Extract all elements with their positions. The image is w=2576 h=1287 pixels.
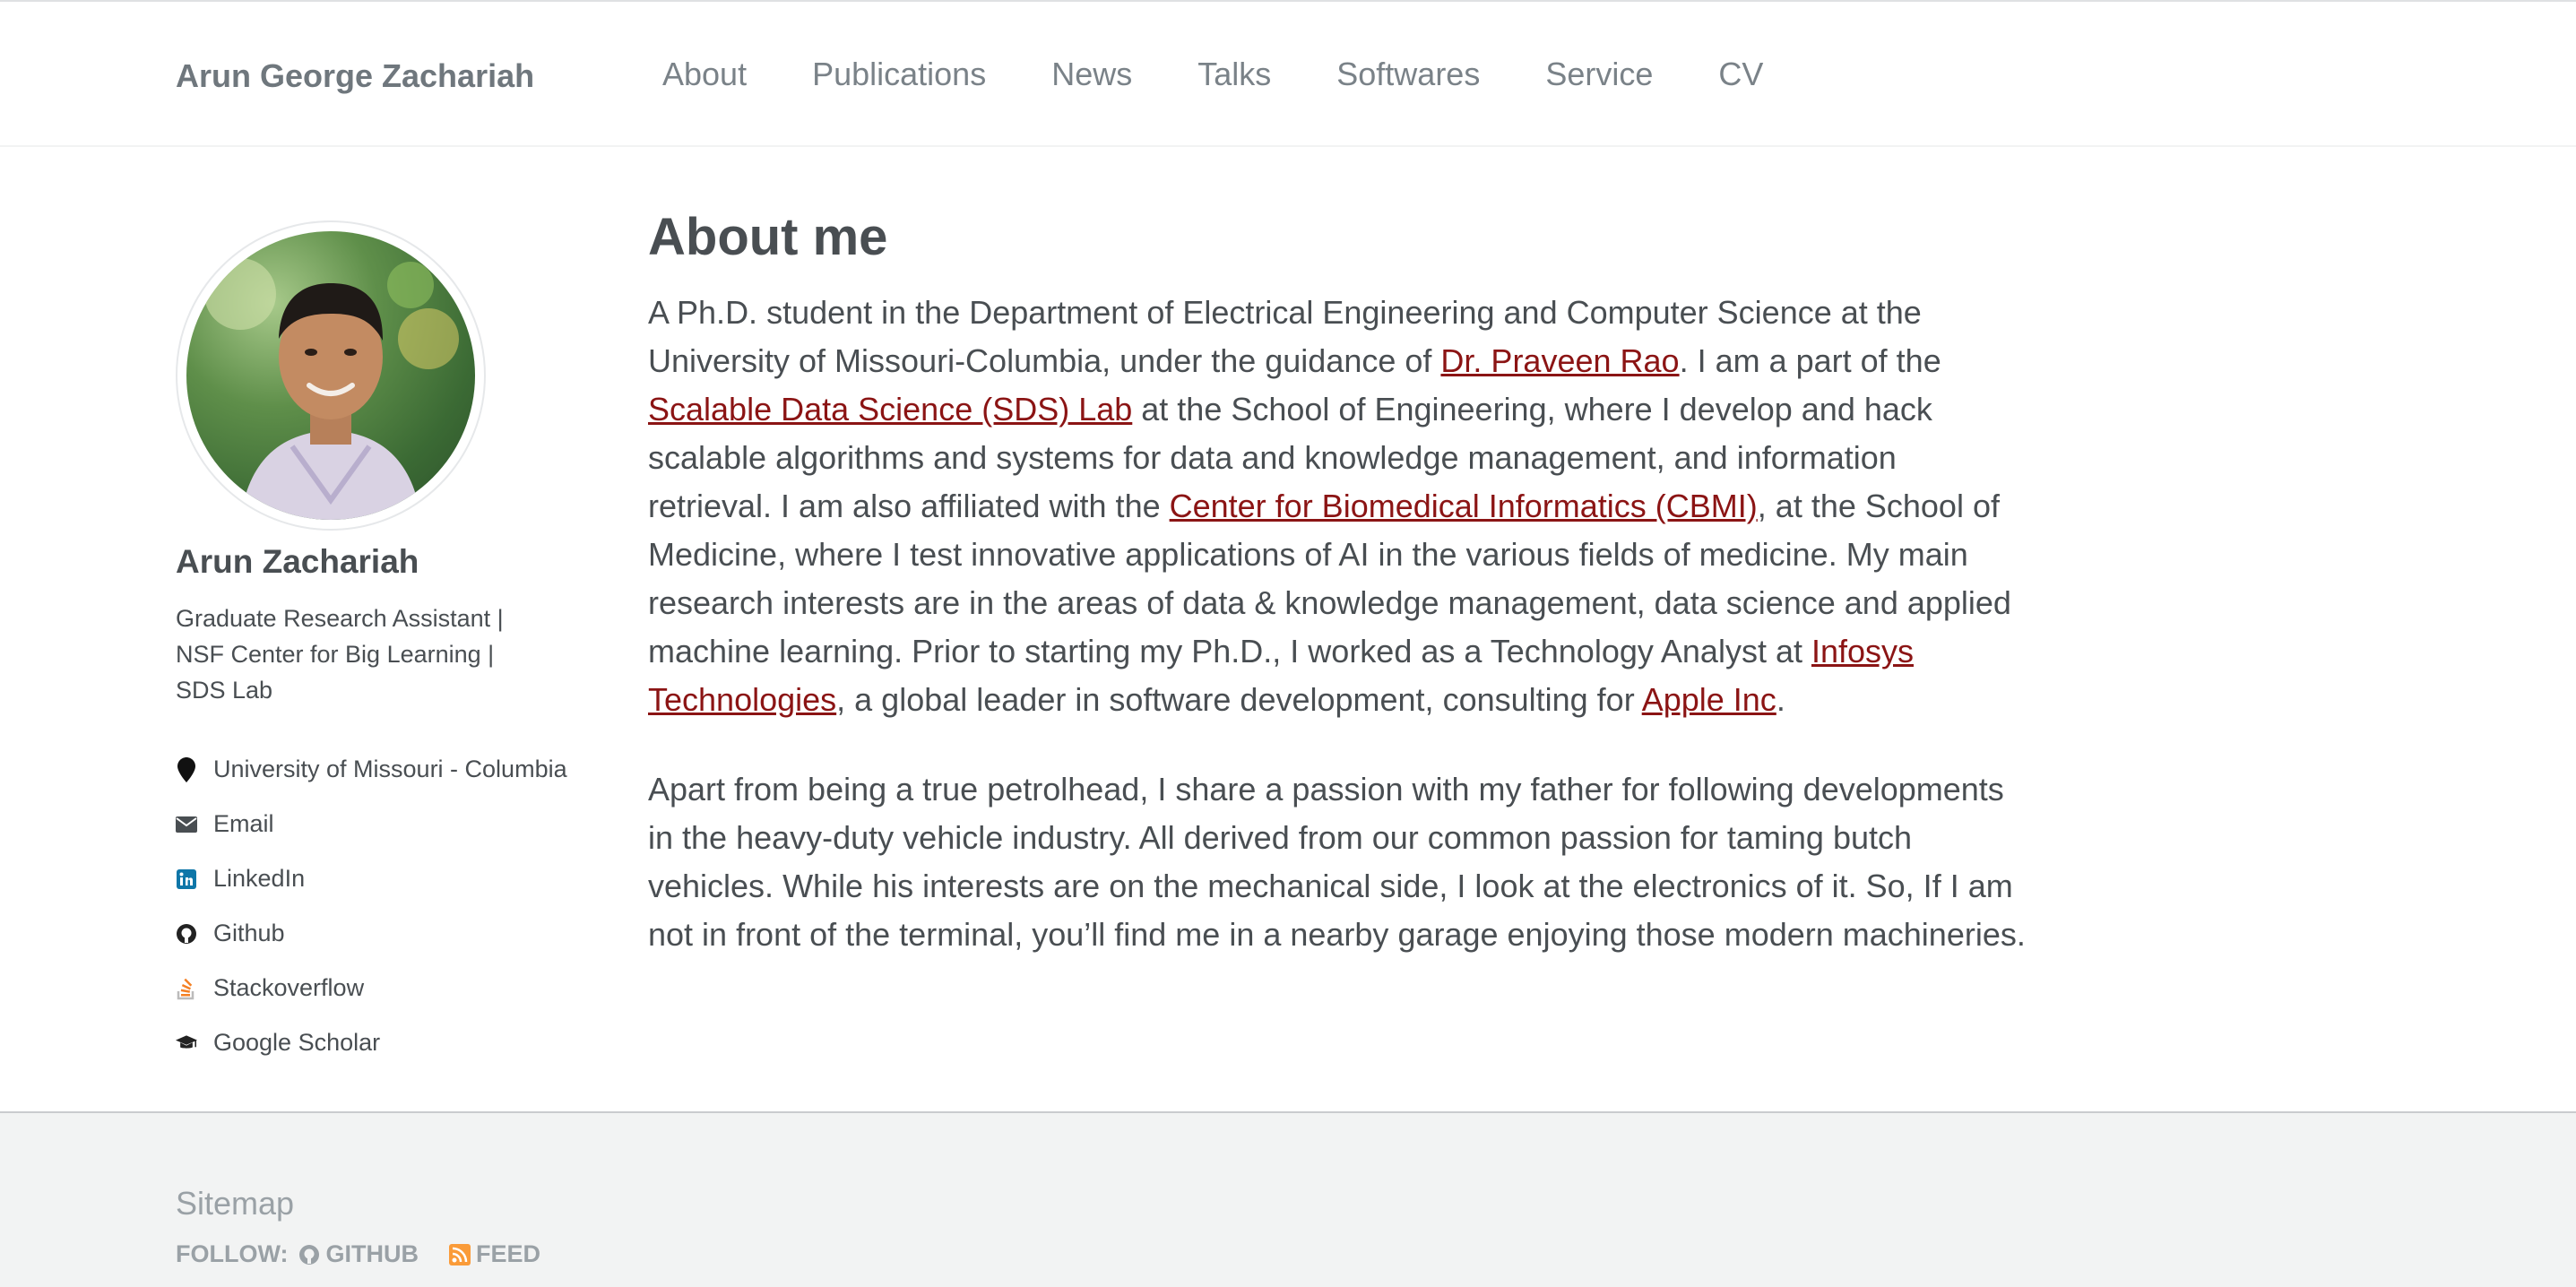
stackoverflow-label: Stackoverflow	[213, 974, 365, 1001]
nav-about[interactable]: About	[662, 56, 747, 93]
about-paragraph-2: Apart from being a true petrolhead, I sh…	[648, 771, 2026, 953]
about-paragraph-1: A Ph.D. student in the Department of Ele…	[648, 289, 2028, 724]
google-scholar-label: Google Scholar	[213, 1029, 381, 1056]
linkedin-label: LinkedIn	[213, 865, 306, 892]
footer-github-label: GITHUB	[325, 1240, 419, 1267]
graduation-cap-icon	[176, 1031, 197, 1056]
nav-news[interactable]: News	[1051, 56, 1132, 93]
masthead: Arun George Zachariah About Publications…	[0, 2, 2576, 147]
location-link[interactable]: University of Missouri - Columbia	[176, 742, 597, 797]
github-icon	[176, 921, 197, 946]
email-link[interactable]: Email	[176, 797, 597, 851]
bio-line: SDS Lab	[176, 677, 273, 704]
nav-talks[interactable]: Talks	[1197, 56, 1271, 93]
apple-link[interactable]: Apple Inc	[1642, 681, 1776, 718]
nav-cv[interactable]: CV	[1718, 56, 1763, 93]
sds-lab-link[interactable]: Scalable Data Science (SDS) Lab	[648, 391, 1132, 428]
rss-icon	[448, 1243, 471, 1265]
footer-github-link[interactable]: GITHUB	[298, 1240, 419, 1268]
author-bio: Graduate Research Assistant | NSF Center…	[176, 600, 552, 708]
linkedin-icon	[176, 867, 197, 892]
stackoverflow-link[interactable]: Stackoverflow	[176, 961, 597, 1015]
nav-publications[interactable]: Publications	[812, 56, 986, 93]
footer-feed-link[interactable]: FEED	[448, 1240, 540, 1268]
bio-line: Graduate Research Assistant |	[176, 605, 504, 632]
author-links: University of Missouri - Columbia Email …	[176, 742, 597, 1070]
avatar-portrait-icon	[204, 258, 459, 520]
stackoverflow-icon	[176, 976, 197, 1001]
advisor-link[interactable]: Dr. Praveen Rao	[1440, 342, 1679, 379]
envelope-icon	[176, 812, 197, 837]
avatar	[176, 220, 486, 531]
footer-feed-label: FEED	[475, 1240, 540, 1267]
cbmi-link[interactable]: Center for Biomedical Informatics (CBMI)	[1170, 488, 1758, 524]
avatar-photo	[186, 231, 475, 520]
github-link[interactable]: Github	[176, 906, 597, 961]
sitemap-link[interactable]: Sitemap	[176, 1185, 294, 1222]
follow-bar: FOLLOW: GITHUB FEED	[176, 1240, 571, 1268]
site-title[interactable]: Arun George Zachariah	[176, 57, 534, 95]
nav-service[interactable]: Service	[1545, 56, 1653, 93]
footer: Sitemap FOLLOW: GITHUB FEED	[0, 1111, 2576, 1287]
text-segment: . I am a part of the	[1679, 342, 1941, 379]
follow-label: FOLLOW:	[176, 1240, 289, 1267]
main-content: About me A Ph.D. student in the Departme…	[648, 206, 2028, 959]
author-name: Arun Zachariah	[176, 543, 419, 580]
location-label: University of Missouri - Columbia	[213, 756, 567, 782]
github-icon	[298, 1244, 320, 1265]
github-label: Github	[213, 920, 285, 946]
bio-line: NSF Center for Big Learning |	[176, 641, 495, 668]
nav-softwares[interactable]: Softwares	[1336, 56, 1480, 93]
main-nav: About Publications News Talks Softwares …	[662, 56, 1828, 93]
map-marker-icon	[176, 756, 197, 782]
text-segment: , a global leader in software developmen…	[836, 681, 1642, 718]
linkedin-link[interactable]: LinkedIn	[176, 851, 597, 906]
page-title: About me	[648, 208, 888, 266]
email-label: Email	[213, 810, 274, 837]
google-scholar-link[interactable]: Google Scholar	[176, 1015, 597, 1070]
text-segment: .	[1776, 681, 1785, 718]
